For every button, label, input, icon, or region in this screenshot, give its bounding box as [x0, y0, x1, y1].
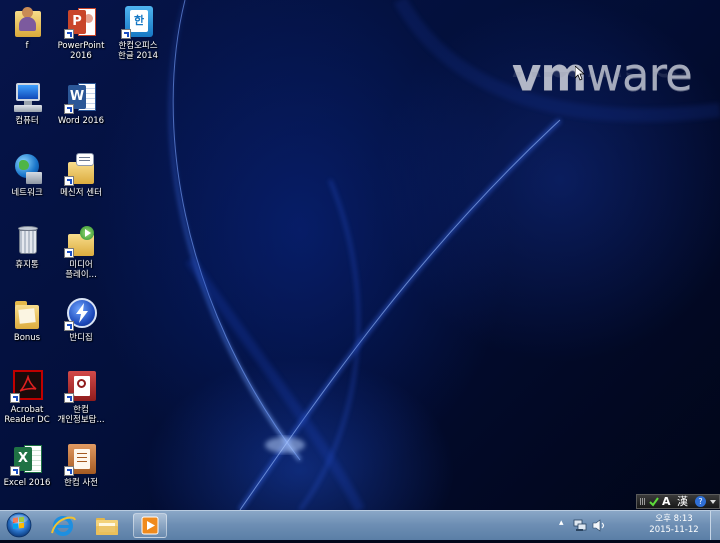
mouse-cursor: [575, 66, 585, 81]
desktop-icon-hancom-privacy[interactable]: 한컴 개인정보탐...: [50, 369, 112, 425]
desktop-icon-hancom-dictionary[interactable]: 한컴 사전: [50, 442, 112, 488]
taskbar[interactable]: ▴ 오후 8:13 2015-11-12: [0, 510, 720, 540]
desktop-icon-label: PowerPoint 2016: [57, 41, 105, 61]
shortcut-arrow-icon: [64, 29, 74, 39]
network-tray-icon[interactable]: [573, 519, 587, 532]
folder-icon: [10, 297, 44, 331]
internet-explorer-icon: [51, 516, 76, 536]
desktop[interactable]: vmware vmware f 컴퓨터 네트워크: [0, 0, 720, 510]
shortcut-arrow-icon: [10, 466, 20, 476]
taskbar-file-explorer[interactable]: [90, 513, 124, 538]
volume-tray-icon[interactable]: [592, 519, 606, 532]
hangul-tile: 한: [133, 14, 145, 27]
taskbar-media-player[interactable]: [133, 513, 167, 538]
language-bar-mode[interactable]: A: [662, 495, 671, 508]
taskbar-clock[interactable]: 오후 8:13 2015-11-12: [648, 514, 700, 536]
show-desktop-button[interactable]: [710, 511, 720, 540]
language-bar-options-icon[interactable]: [710, 500, 716, 504]
tray-overflow-arrow-icon[interactable]: ▴: [559, 518, 564, 528]
bandizip-icon: [64, 297, 98, 331]
powerpoint-icon: P: [64, 5, 98, 39]
taskbar-internet-explorer[interactable]: [46, 513, 80, 538]
shortcut-arrow-icon: [121, 29, 131, 39]
messenger-folder-icon: [64, 152, 98, 186]
folder-icon: [96, 518, 118, 535]
hangul-icon: 한: [121, 5, 155, 39]
recycle-bin-icon: [10, 224, 44, 258]
vmware-wordmark-reflection: vmware: [512, 72, 692, 94]
desktop-icon-label: 미디어 플레이...: [65, 260, 97, 280]
shortcut-arrow-icon: [64, 176, 74, 186]
media-player-folder-icon: [64, 224, 98, 258]
desktop-icon-media-player[interactable]: 미디어 플레이...: [50, 224, 112, 280]
language-bar-help-icon[interactable]: ?: [695, 496, 706, 507]
clock-date: 2015-11-12: [649, 525, 699, 535]
shortcut-arrow-icon: [64, 248, 74, 258]
shortcut-arrow-icon: [64, 393, 74, 403]
clock-time: 오후 8:13: [655, 514, 693, 524]
language-bar-hanja[interactable]: 漢: [677, 495, 688, 508]
windows-orb-icon: [6, 512, 32, 538]
user-folder-icon: [10, 5, 44, 39]
system-tray: ▴ 오후 8:13 2015-11-12: [559, 511, 720, 540]
desktop-icon-label: 반디집: [69, 333, 93, 343]
desktop-icon-label: 한컴오피스 한글 2014: [118, 41, 158, 61]
word-icon: W: [64, 80, 98, 114]
acrobat-reader-icon: [10, 369, 44, 403]
computer-icon: [10, 80, 44, 114]
language-bar-grip-icon: [640, 498, 646, 505]
hancom-privacy-icon: [64, 369, 98, 403]
desktop-icon-label: 한컴 개인정보탐...: [57, 405, 105, 425]
excel-icon: X: [10, 442, 44, 476]
desktop-icon-messenger-center[interactable]: 메신저 센터: [50, 152, 112, 198]
language-bar-check-icon[interactable]: [649, 497, 659, 507]
media-player-icon: [141, 516, 159, 535]
shortcut-arrow-icon: [64, 321, 74, 331]
shortcut-arrow-icon: [10, 393, 20, 403]
language-bar[interactable]: A 漢 ?: [636, 494, 720, 509]
start-button[interactable]: [3, 511, 35, 539]
desktop-icon-word-2016[interactable]: W Word 2016: [50, 80, 112, 126]
network-globe-icon: [10, 152, 44, 186]
shortcut-arrow-icon: [64, 466, 74, 476]
desktop-icon-label: 메신저 센터: [60, 188, 102, 198]
desktop-icon-label: 한컴 사전: [64, 478, 98, 488]
shortcut-arrow-icon: [64, 104, 74, 114]
desktop-icon-powerpoint-2016[interactable]: P PowerPoint 2016: [50, 5, 112, 61]
hancom-dictionary-icon: [64, 442, 98, 476]
desktop-icon-bandizip[interactable]: 반디집: [50, 297, 112, 343]
desktop-icon-hancom-office-hangul[interactable]: 한 한컴오피스 한글 2014: [107, 5, 169, 61]
desktop-icon-label: Word 2016: [57, 116, 105, 126]
